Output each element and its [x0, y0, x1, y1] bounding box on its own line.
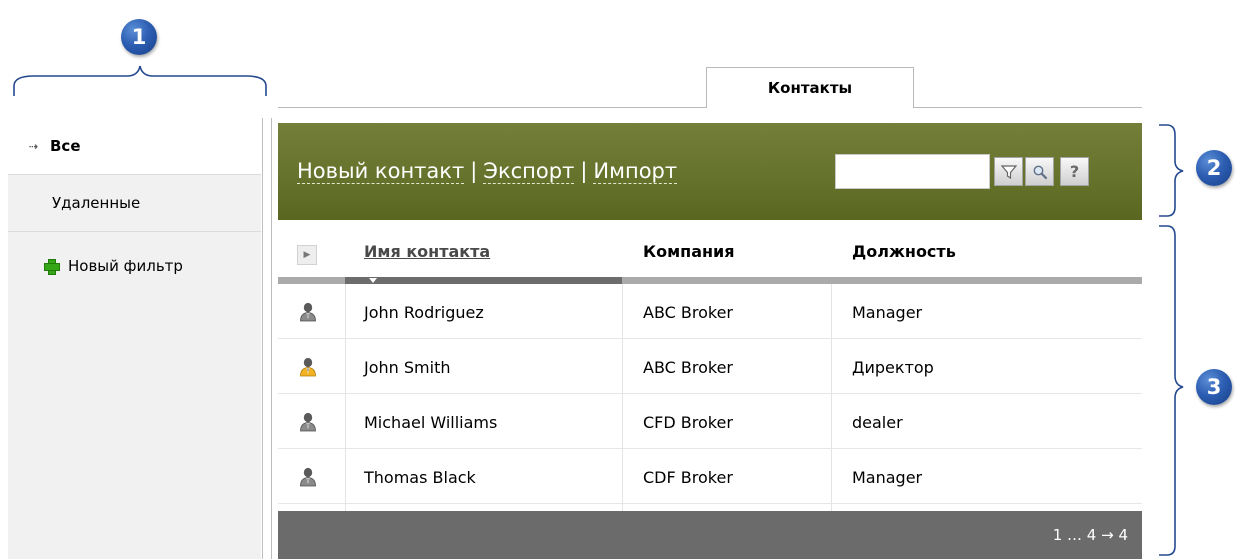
pagination-bar: 1 … 4 → 4: [278, 511, 1142, 559]
company-cell: CDF Broker: [643, 467, 733, 487]
import-link[interactable]: Импорт: [593, 159, 678, 184]
panel-divider: [262, 118, 263, 559]
contact-name-cell[interactable]: Michael Williams: [364, 395, 497, 449]
help-button[interactable]: ?: [1060, 157, 1089, 186]
callout-brace-3: [1159, 225, 1184, 556]
sidebar-item-all[interactable]: ⇢ Все: [8, 118, 261, 174]
arrow-right-icon: ⇢: [28, 139, 38, 153]
sort-desc-icon: [369, 278, 377, 283]
sidebar-item-label: Новый фильтр: [68, 257, 183, 275]
callout-brace-1: [13, 65, 267, 96]
filter-button[interactable]: [994, 157, 1023, 186]
help-icon: ?: [1069, 162, 1080, 181]
contact-name-cell[interactable]: John Smith: [364, 340, 450, 394]
search-button[interactable]: [1025, 157, 1054, 186]
position-cell: dealer: [852, 412, 903, 432]
filter-sidebar: ⇢ Все Удаленные Новый фильтр: [8, 118, 261, 559]
panel-divider: [271, 118, 272, 559]
sorted-column-bar: [345, 277, 622, 284]
toolbar-actions: Новый контакт | Экспорт | Импорт: [297, 159, 678, 184]
new-contact-link[interactable]: Новый контакт: [297, 159, 465, 184]
callout-badge-3: 3: [1196, 369, 1232, 405]
position-cell: Manager: [852, 302, 923, 322]
expand-toggle[interactable]: ▶: [297, 245, 317, 265]
position-cell: Директор: [852, 357, 934, 377]
filter-icon: [1000, 164, 1017, 179]
contact-name-cell[interactable]: John Rodriguez: [364, 285, 484, 339]
toolbar-separator: |: [470, 159, 478, 183]
grid-header: ▶ Имя контакта Компания Должность: [278, 228, 1142, 276]
sidebar-item-new-filter[interactable]: Новый фильтр: [8, 238, 261, 294]
contact-person-icon: [299, 395, 317, 449]
contacts-grid: ▶ Имя контакта Компания Должность John R…: [278, 228, 1142, 559]
search-icon: [1033, 165, 1047, 179]
tab-contacts-label: Контакты: [767, 79, 853, 97]
column-header-company[interactable]: Компания: [643, 242, 735, 261]
sidebar-item-label: Удаленные: [52, 194, 141, 212]
contact-person-highlighted-icon: [299, 340, 317, 394]
export-link[interactable]: Экспорт: [483, 159, 575, 184]
contacts-toolbar: Новый контакт | Экспорт | Импорт ?: [278, 123, 1142, 220]
toolbar-separator: |: [580, 159, 588, 183]
table-row[interactable]: Thomas Black CDF Broker Manager: [278, 450, 1142, 504]
contact-person-icon: [299, 450, 317, 504]
plus-icon: [44, 259, 60, 275]
search-input[interactable]: [835, 154, 990, 189]
position-cell: Manager: [852, 467, 923, 487]
caret-right-icon: ▶: [303, 250, 311, 260]
company-cell: CFD Broker: [643, 412, 733, 432]
sidebar-item-label: Все: [50, 137, 81, 155]
column-header-name[interactable]: Имя контакта: [364, 242, 490, 261]
table-row[interactable]: John Rodriguez ABC Broker Manager: [278, 285, 1142, 339]
callout-badge-2: 2: [1196, 150, 1232, 186]
callout-badge-1: 1: [121, 19, 157, 55]
table-row[interactable]: John Smith ABC Broker Директор: [278, 340, 1142, 394]
company-cell: ABC Broker: [643, 302, 734, 322]
callout-brace-2: [1159, 124, 1184, 217]
table-row[interactable]: Michael Williams CFD Broker dealer: [278, 395, 1142, 449]
pagination-label[interactable]: 1 … 4 → 4: [1053, 526, 1128, 544]
tab-contacts[interactable]: Контакты: [706, 67, 914, 108]
company-cell: ABC Broker: [643, 357, 734, 377]
contact-name-cell[interactable]: Thomas Black: [364, 450, 476, 504]
contact-person-icon: [299, 285, 317, 339]
column-header-position[interactable]: Должность: [852, 242, 956, 261]
sidebar-item-deleted[interactable]: Удаленные: [8, 175, 261, 231]
sidebar-divider: [8, 231, 261, 232]
